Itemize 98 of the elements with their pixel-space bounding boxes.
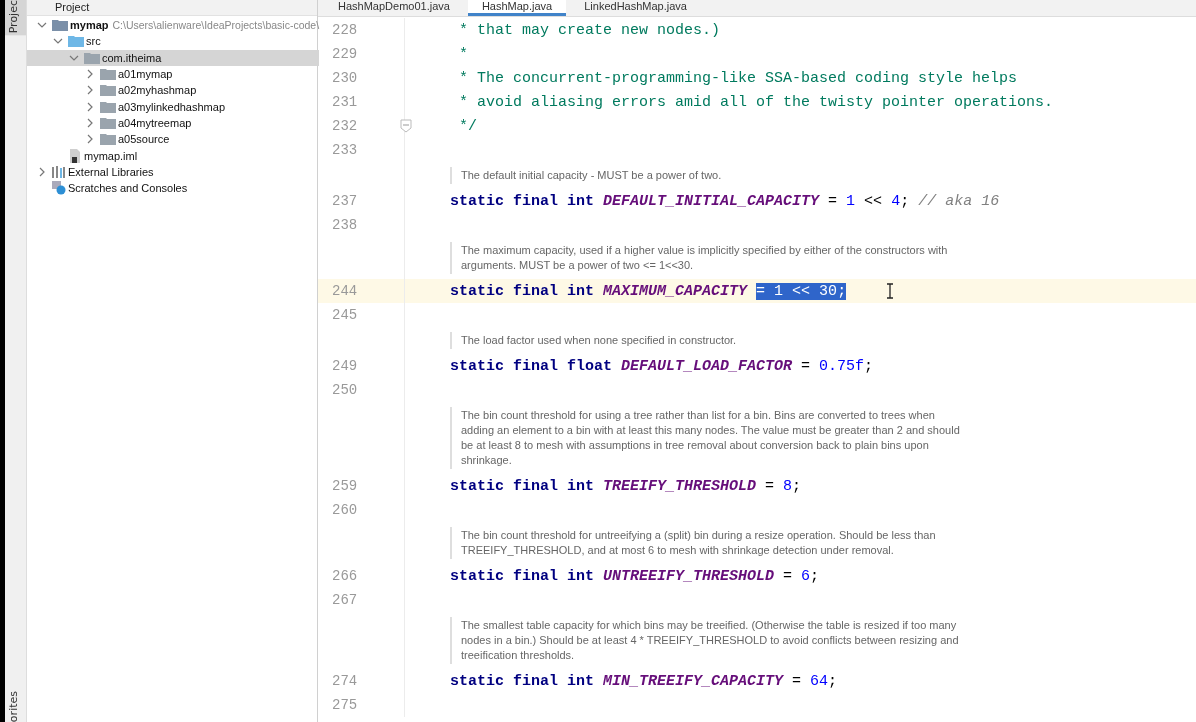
code-token: 6 — [801, 567, 811, 585]
code-token: static final int — [450, 192, 596, 210]
module-path: C:\Users\alienware\IdeaProjects\basic-code\ — [112, 19, 320, 32]
code-token: DEFAULT_LOAD_FACTOR — [621, 357, 793, 375]
rendered-doc-comment: The load factor used when none specified in constructor. — [450, 332, 961, 349]
line-number: 260 — [332, 502, 358, 518]
chevron-icon[interactable] — [85, 117, 95, 128]
code-token: 1 — [774, 282, 784, 300]
code-token: 64 — [810, 672, 829, 690]
code-token: 4 — [891, 192, 901, 210]
code-token: * that may create new nodes.) — [458, 21, 721, 39]
code-token: */ — [458, 117, 477, 135]
tree-item[interactable]: a01mymap — [27, 65, 319, 83]
folder-icon — [100, 100, 116, 113]
code-token: << — [863, 192, 884, 210]
code-token: 8 — [783, 477, 793, 495]
code-token: static final int — [450, 282, 596, 300]
tree-item[interactable]: mymap C:\Users\alienware\IdeaProjects\basic-code\ — [27, 17, 322, 34]
rendered-doc-comment: The smallest table capacity for which bins may be treeified. (Otherwise the table is resized if too many nodes in a bin.) Should be at least 4 * TREEIFY_THRESHOLD to avoid conflicts between resizing and treeification thresholds. — [450, 617, 961, 664]
code-token: 1 — [846, 192, 856, 210]
code-token: ; — [837, 282, 847, 300]
code-token: static final int — [450, 672, 596, 690]
line-number: 237 — [332, 193, 358, 209]
folder-icon — [100, 116, 116, 129]
line-number: 233 — [332, 142, 358, 158]
library-icon — [52, 165, 66, 178]
line-number: 275 — [332, 697, 358, 713]
code-token: * — [458, 45, 468, 63]
tree-item[interactable]: com.itheima — [27, 49, 319, 66]
code-token: ; — [828, 672, 838, 690]
panel-title[interactable]: Project — [55, 1, 90, 14]
code-token: TREEIFY_THRESHOLD — [603, 477, 757, 495]
editor-tab[interactable]: HashMap.java — [467, 0, 567, 16]
code-token: ; — [900, 192, 911, 210]
code-token: MIN_TREEIFY_CAPACITY — [603, 672, 784, 690]
tree-item[interactable]: a02myhashmap — [27, 82, 319, 99]
code-token: UNTREEIFY_THRESHOLD — [603, 567, 775, 585]
code-token: ; — [792, 477, 802, 495]
folder-icon — [52, 19, 68, 32]
editor-tab[interactable]: HashMapDemo01.java — [324, 0, 464, 16]
line-number: 250 — [332, 382, 358, 398]
code-token: 0.75f — [819, 357, 865, 375]
tree-item[interactable]: mymap.iml — [27, 147, 319, 164]
code-token: static final int — [450, 477, 596, 495]
line-number: 244 — [332, 283, 358, 299]
rendered-doc-comment: The bin count threshold for untreeifying a (split) bin during a resize operation. Should be less than TREEIFY_THRESHOLD, and at most 6 to mesh with shrinkage detection under removal. — [450, 527, 961, 559]
tree-item[interactable]: a05source — [27, 131, 319, 148]
line-number: 259 — [332, 478, 358, 494]
chevron-icon[interactable] — [85, 101, 95, 112]
line-number: 232 — [332, 118, 358, 134]
code-token: * avoid aliasing errors amid all of the twisty pointer operations. — [458, 93, 1054, 111]
line-number: 267 — [332, 592, 358, 608]
code-token: << — [783, 282, 820, 300]
line-number: 249 — [332, 358, 358, 374]
code-token: = — [756, 282, 775, 300]
code-token: * The concurrent-programming-like SSA-based coding style helps — [458, 69, 1018, 87]
folder-icon — [100, 133, 116, 146]
folder-icon — [100, 68, 116, 81]
tree-item[interactable]: a04mytreemap — [27, 114, 319, 132]
code-token: = — [827, 192, 839, 210]
code-token: ; — [864, 357, 874, 375]
line-number: 230 — [332, 70, 358, 86]
chevron-icon[interactable] — [85, 69, 95, 80]
rendered-doc-comment: The bin count threshold for using a tree rather than list for a bin. Bins are converted to trees when adding an element to a bin with at least this many nodes. The value must be greater than 2 and should be at least 8 to mesh with assumptions in tree removal about conversion back to plain bins upon shrinkage. — [450, 407, 961, 469]
line-number: 274 — [332, 673, 358, 689]
code-token: DEFAULT_INITIAL_CAPACITY — [603, 192, 820, 210]
tree-item[interactable]: External Libraries — [27, 163, 319, 180]
rendered-doc-comment: The default initial capacity - MUST be a power of two. — [450, 167, 961, 184]
code-token: 30 — [819, 282, 838, 300]
code-token: = — [782, 567, 794, 585]
folder-icon — [84, 51, 100, 64]
tree-item[interactable]: src — [27, 33, 319, 50]
chevron-icon[interactable] — [85, 134, 95, 145]
line-number: 238 — [332, 217, 358, 233]
folder-icon — [100, 84, 116, 97]
line-number: 228 — [332, 22, 358, 38]
line-number: 245 — [332, 307, 358, 323]
chevron-icon[interactable] — [85, 85, 95, 96]
code-token: = — [800, 357, 812, 375]
code-token: = — [791, 672, 803, 690]
favorites-tool-tab[interactable]: orites — [5, 688, 26, 722]
line-number: 231 — [332, 94, 358, 110]
tree-item[interactable]: a03mylinkedhashmap — [27, 98, 319, 115]
editor-tab[interactable]: LinkedHashMap.java — [570, 0, 701, 16]
code-token: static final float — [450, 357, 614, 375]
chevron-icon[interactable] — [37, 166, 47, 177]
project-tool-tab[interactable]: Projec — [5, 0, 26, 36]
rendered-doc-comment: The maximum capacity, used if a higher value is implicitly specified by either of the constructors with arguments. MUST be a power of two <= 1<<30. — [450, 242, 961, 274]
code-token: // aka 16 — [918, 192, 1000, 210]
scratches-icon — [52, 181, 66, 196]
file-icon — [68, 148, 82, 163]
code-token: MAXIMUM_CAPACITY — [603, 282, 749, 300]
code-token: static final int — [450, 567, 596, 585]
line-number: 266 — [332, 568, 358, 584]
code-token: ; — [810, 567, 820, 585]
tree-item[interactable]: Scratches and Consoles — [27, 179, 319, 197]
line-number: 229 — [332, 46, 358, 62]
code-token: = — [764, 477, 776, 495]
